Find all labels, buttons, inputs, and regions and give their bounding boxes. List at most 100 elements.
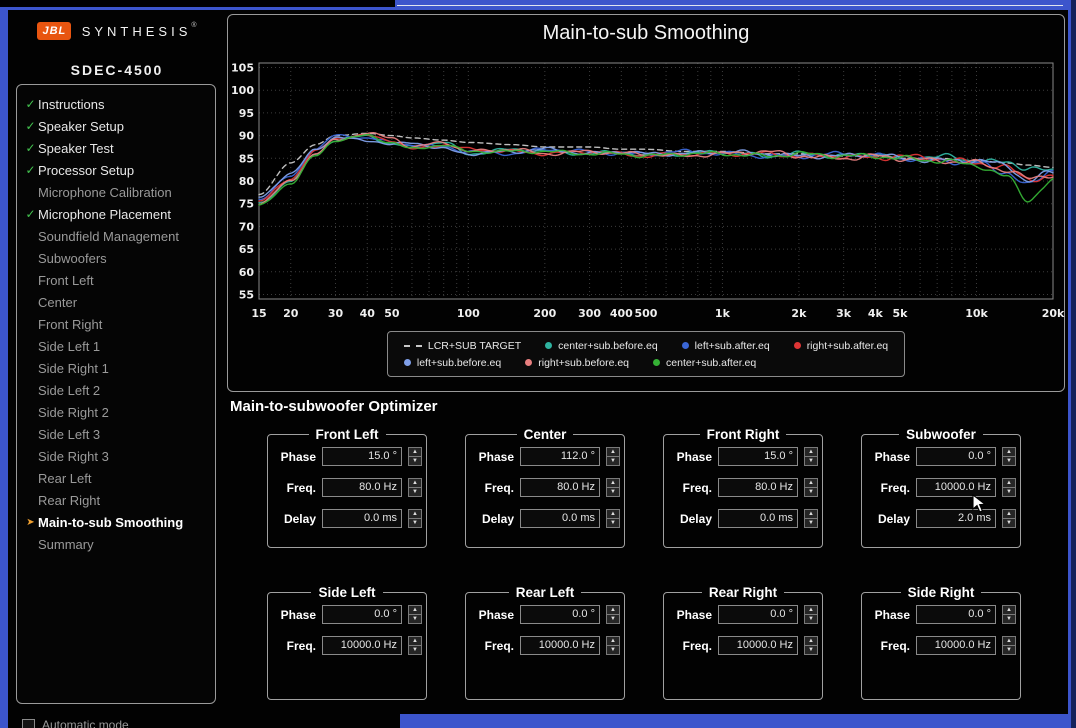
stepper-up-icon[interactable]: ▲ — [606, 605, 620, 615]
sidebar-item-label: Instructions — [38, 97, 104, 112]
stepper-up-icon[interactable]: ▲ — [408, 636, 422, 646]
sidebar-item-speaker-test[interactable]: ✓Speaker Test — [17, 137, 215, 159]
stepper-up-icon[interactable]: ▲ — [408, 478, 422, 488]
spinner-control: ▲▼ — [408, 509, 422, 528]
field-label: Delay — [470, 512, 514, 526]
sidebar-item-processor-setup[interactable]: ✓Processor Setup — [17, 159, 215, 181]
stepper-down-icon[interactable]: ▼ — [1002, 488, 1016, 497]
front-right-freq-input[interactable]: 80.0 Hz — [718, 478, 798, 497]
stepper-down-icon[interactable]: ▼ — [606, 488, 620, 497]
sidebar-item-rear-right[interactable]: Rear Right — [17, 489, 215, 511]
y-axis-tick-label: 75 — [239, 198, 254, 211]
spinner-control: ▲▼ — [804, 447, 818, 466]
side-right-phase-input[interactable]: 0.0 ° — [916, 605, 996, 624]
stepper-down-icon[interactable]: ▼ — [1002, 519, 1016, 528]
stepper-down-icon[interactable]: ▼ — [408, 519, 422, 528]
sidebar-item-summary[interactable]: Summary — [17, 533, 215, 555]
sidebar-item-soundfield-management[interactable]: Soundfield Management — [17, 225, 215, 247]
stepper-up-icon[interactable]: ▲ — [1002, 605, 1016, 615]
stepper-down-icon[interactable]: ▼ — [606, 646, 620, 655]
sidebar-item-microphone-placement[interactable]: ✓Microphone Placement — [17, 203, 215, 225]
stepper-up-icon[interactable]: ▲ — [606, 636, 620, 646]
side-left-phase-input[interactable]: 0.0 ° — [322, 605, 402, 624]
sidebar-item-label: Soundfield Management — [38, 229, 179, 244]
y-axis-tick-label: 105 — [231, 62, 254, 75]
stepper-down-icon[interactable]: ▼ — [606, 519, 620, 528]
stepper-up-icon[interactable]: ▲ — [606, 447, 620, 457]
sidebar-item-instructions[interactable]: ✓Instructions — [17, 93, 215, 115]
field-label: Phase — [866, 450, 910, 464]
sidebar-item-label: Side Left 1 — [38, 339, 100, 354]
side-right-freq-input[interactable]: 10000.0 Hz — [916, 636, 996, 655]
stepper-down-icon[interactable]: ▼ — [408, 488, 422, 497]
spinner-control: ▲▼ — [408, 447, 422, 466]
stepper-down-icon[interactable]: ▼ — [804, 519, 818, 528]
front-left-freq-input[interactable]: 80.0 Hz — [322, 478, 402, 497]
subwoofer-phase-input[interactable]: 0.0 ° — [916, 447, 996, 466]
field-label: Phase — [470, 608, 514, 622]
stepper-up-icon[interactable]: ▲ — [408, 447, 422, 457]
sidebar-item-front-left[interactable]: Front Left — [17, 269, 215, 291]
field-label: Phase — [668, 608, 712, 622]
sidebar-item-microphone-calibration[interactable]: Microphone Calibration — [17, 181, 215, 203]
stepper-up-icon[interactable]: ▲ — [408, 605, 422, 615]
stepper-down-icon[interactable]: ▼ — [804, 457, 818, 466]
sidebar-item-side-left-3[interactable]: Side Left 3 — [17, 423, 215, 445]
stepper-down-icon[interactable]: ▼ — [1002, 615, 1016, 624]
stepper-up-icon[interactable]: ▲ — [1002, 478, 1016, 488]
stepper-down-icon[interactable]: ▼ — [804, 615, 818, 624]
stepper-down-icon[interactable]: ▼ — [804, 646, 818, 655]
field-row: Freq.10000.0 Hz▲▼ — [862, 636, 1020, 655]
stepper-up-icon[interactable]: ▲ — [1002, 636, 1016, 646]
stepper-down-icon[interactable]: ▼ — [408, 615, 422, 624]
stepper-up-icon[interactable]: ▲ — [408, 509, 422, 519]
sidebar-item-main-to-sub-smoothing[interactable]: ➤Main-to-sub Smoothing — [17, 511, 215, 533]
side-left-freq-input[interactable]: 10000.0 Hz — [322, 636, 402, 655]
front-left-delay-input[interactable]: 0.0 ms — [322, 509, 402, 528]
rear-left-phase-input[interactable]: 0.0 ° — [520, 605, 600, 624]
sidebar-item-side-left-2[interactable]: Side Left 2 — [17, 379, 215, 401]
group-title: Subwoofer — [862, 426, 1020, 444]
field-row: Freq.80.0 Hz▲▼ — [268, 478, 426, 497]
subwoofer-freq-input[interactable]: 10000.0 Hz — [916, 478, 996, 497]
stepper-down-icon[interactable]: ▼ — [804, 488, 818, 497]
sidebar-item-center[interactable]: Center — [17, 291, 215, 313]
stepper-up-icon[interactable]: ▲ — [804, 509, 818, 519]
stepper-up-icon[interactable]: ▲ — [804, 636, 818, 646]
rear-right-phase-input[interactable]: 0.0 ° — [718, 605, 798, 624]
stepper-down-icon[interactable]: ▼ — [606, 615, 620, 624]
stepper-up-icon[interactable]: ▲ — [1002, 509, 1016, 519]
stepper-down-icon[interactable]: ▼ — [1002, 646, 1016, 655]
sidebar-item-speaker-setup[interactable]: ✓Speaker Setup — [17, 115, 215, 137]
sidebar-item-side-left-1[interactable]: Side Left 1 — [17, 335, 215, 357]
subwoofer-delay-input[interactable]: 2.0 ms — [916, 509, 996, 528]
center-delay-input[interactable]: 0.0 ms — [520, 509, 600, 528]
front-right-phase-input[interactable]: 15.0 ° — [718, 447, 798, 466]
stepper-up-icon[interactable]: ▲ — [606, 509, 620, 519]
front-left-phase-input[interactable]: 15.0 ° — [322, 447, 402, 466]
stepper-down-icon[interactable]: ▼ — [606, 457, 620, 466]
center-phase-input[interactable]: 112.0 ° — [520, 447, 600, 466]
stepper-up-icon[interactable]: ▲ — [804, 478, 818, 488]
sidebar-item-subwoofers[interactable]: Subwoofers — [17, 247, 215, 269]
front-right-delay-input[interactable]: 0.0 ms — [718, 509, 798, 528]
stepper-up-icon[interactable]: ▲ — [1002, 447, 1016, 457]
stepper-down-icon[interactable]: ▼ — [408, 646, 422, 655]
spinner-control: ▲▼ — [1002, 636, 1016, 655]
stepper-up-icon[interactable]: ▲ — [804, 605, 818, 615]
automatic-mode-checkbox[interactable] — [22, 719, 35, 728]
color-dot-swatch — [682, 342, 689, 349]
stepper-up-icon[interactable]: ▲ — [804, 447, 818, 457]
x-axis-tick-label: 1k — [715, 307, 731, 320]
sidebar-item-side-right-2[interactable]: Side Right 2 — [17, 401, 215, 423]
sidebar-item-side-right-1[interactable]: Side Right 1 — [17, 357, 215, 379]
center-freq-input[interactable]: 80.0 Hz — [520, 478, 600, 497]
sidebar-item-side-right-3[interactable]: Side Right 3 — [17, 445, 215, 467]
stepper-down-icon[interactable]: ▼ — [408, 457, 422, 466]
stepper-up-icon[interactable]: ▲ — [606, 478, 620, 488]
sidebar-item-rear-left[interactable]: Rear Left — [17, 467, 215, 489]
sidebar-item-front-right[interactable]: Front Right — [17, 313, 215, 335]
rear-left-freq-input[interactable]: 10000.0 Hz — [520, 636, 600, 655]
stepper-down-icon[interactable]: ▼ — [1002, 457, 1016, 466]
rear-right-freq-input[interactable]: 10000.0 Hz — [718, 636, 798, 655]
